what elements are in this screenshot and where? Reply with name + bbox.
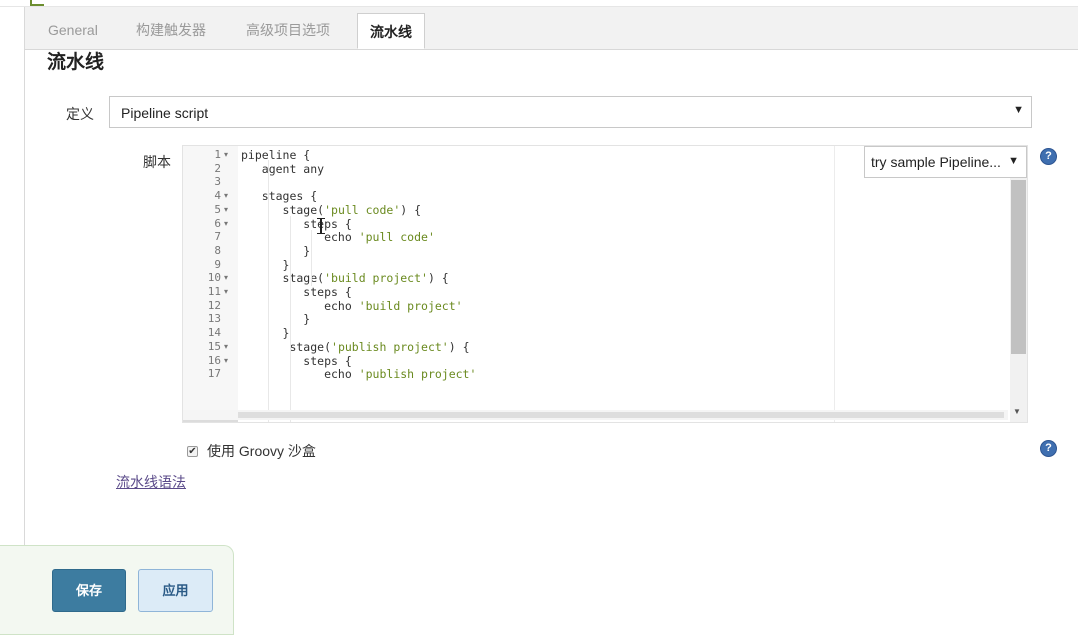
script-editor[interactable]: 1 ▾ pipeline {2 agent any 3 4 ▾ stages {5 ▾ st…: [182, 145, 1028, 423]
line-number: 1: [214, 148, 221, 161]
indent-guide: [290, 216, 291, 422]
fold-toggle-icon[interactable]: ▾: [224, 189, 228, 203]
line-number: 10: [207, 271, 221, 284]
line-number: 2: [214, 162, 221, 175]
line-number: 11: [207, 285, 221, 298]
section-title: 流水线: [47, 52, 105, 73]
fold-toggle-icon[interactable]: ▾: [224, 203, 228, 217]
line-number: 7: [214, 230, 221, 243]
line-number: 5: [214, 203, 221, 216]
code-line[interactable]: }: [241, 258, 290, 272]
line-number: 9: [214, 258, 221, 271]
definition-value: Pipeline script: [121, 105, 209, 121]
code-line[interactable]: }: [241, 312, 310, 326]
tab-general[interactable]: General: [48, 7, 98, 49]
line-number: 14: [207, 326, 221, 339]
fold-toggle-icon[interactable]: ▾: [224, 217, 228, 231]
tab-advanced-options[interactable]: 高级项目选项: [246, 7, 330, 49]
horizontal-scroll-thumb[interactable]: [238, 412, 1004, 418]
code-line[interactable]: steps {: [241, 285, 351, 299]
code-line[interactable]: echo 'build project': [241, 299, 462, 313]
tab-pipeline[interactable]: 流水线: [357, 13, 425, 49]
print-margin: [834, 146, 835, 422]
code-line[interactable]: echo 'pull code': [241, 230, 435, 244]
left-divider: [24, 7, 25, 627]
code-line[interactable]: steps {: [241, 354, 351, 368]
help-icon[interactable]: ?: [1040, 148, 1057, 165]
horizontal-scrollbar[interactable]: [183, 410, 1008, 420]
top-strip: [0, 0, 1078, 7]
indent-guide: [268, 160, 269, 422]
fold-toggle-icon[interactable]: ▾: [224, 148, 228, 162]
code-line[interactable]: }: [241, 244, 310, 258]
code-line[interactable]: agent any: [241, 162, 324, 176]
fold-toggle-icon[interactable]: ▾: [224, 271, 228, 285]
sample-pipeline-select[interactable]: try sample Pipeline... ▼: [864, 146, 1027, 178]
sample-pipeline-value: try sample Pipeline...: [871, 154, 1001, 170]
line-number: 15: [207, 340, 221, 353]
line-number: 3: [214, 175, 221, 188]
fold-toggle-icon[interactable]: ▾: [224, 354, 228, 368]
vertical-scrollbar[interactable]: ▼: [1010, 146, 1027, 422]
chevron-down-icon: ▼: [1013, 104, 1024, 116]
groovy-sandbox-checkbox[interactable]: ✔: [187, 446, 198, 457]
definition-select[interactable]: Pipeline script ▼: [109, 96, 1032, 128]
groovy-sandbox-label: 使用 Groovy 沙盒: [207, 443, 316, 459]
line-number: 16: [207, 354, 221, 367]
config-tabbar: General 构建触发器 高级项目选项 流水线: [25, 7, 1078, 50]
code-line[interactable]: stage('publish project') {: [241, 340, 469, 354]
corner-mark: [30, 0, 44, 6]
script-label: 脚本: [143, 154, 171, 170]
line-number: 4: [214, 189, 221, 202]
code-line[interactable]: stage('build project') {: [241, 271, 449, 285]
code-line[interactable]: pipeline {: [241, 148, 310, 162]
save-button[interactable]: 保存: [52, 569, 126, 612]
pipeline-syntax-link[interactable]: 流水线语法: [116, 472, 186, 492]
line-number: 13: [207, 312, 221, 325]
code-line[interactable]: }: [241, 326, 290, 340]
line-number: 8: [214, 244, 221, 257]
fold-toggle-icon[interactable]: ▾: [224, 340, 228, 354]
indent-guide: [311, 230, 312, 286]
text-cursor-icon: [317, 218, 325, 234]
chevron-down-icon: ▼: [1008, 155, 1019, 167]
help-icon[interactable]: ?: [1040, 440, 1057, 457]
fold-toggle-icon[interactable]: ▾: [224, 285, 228, 299]
line-number: 12: [207, 299, 221, 312]
line-number: 6: [214, 217, 221, 230]
vertical-scroll-thumb[interactable]: [1011, 180, 1026, 354]
definition-label: 定义: [66, 106, 94, 122]
code-line[interactable]: echo 'publish project': [241, 367, 476, 381]
code-line[interactable]: stages {: [241, 189, 317, 203]
code-line[interactable]: steps {: [241, 217, 351, 231]
line-number: 17: [207, 367, 221, 380]
apply-button[interactable]: 应用: [138, 569, 213, 612]
tab-build-triggers[interactable]: 构建触发器: [136, 7, 206, 49]
scroll-down-arrow-icon[interactable]: ▼: [1013, 407, 1021, 416]
